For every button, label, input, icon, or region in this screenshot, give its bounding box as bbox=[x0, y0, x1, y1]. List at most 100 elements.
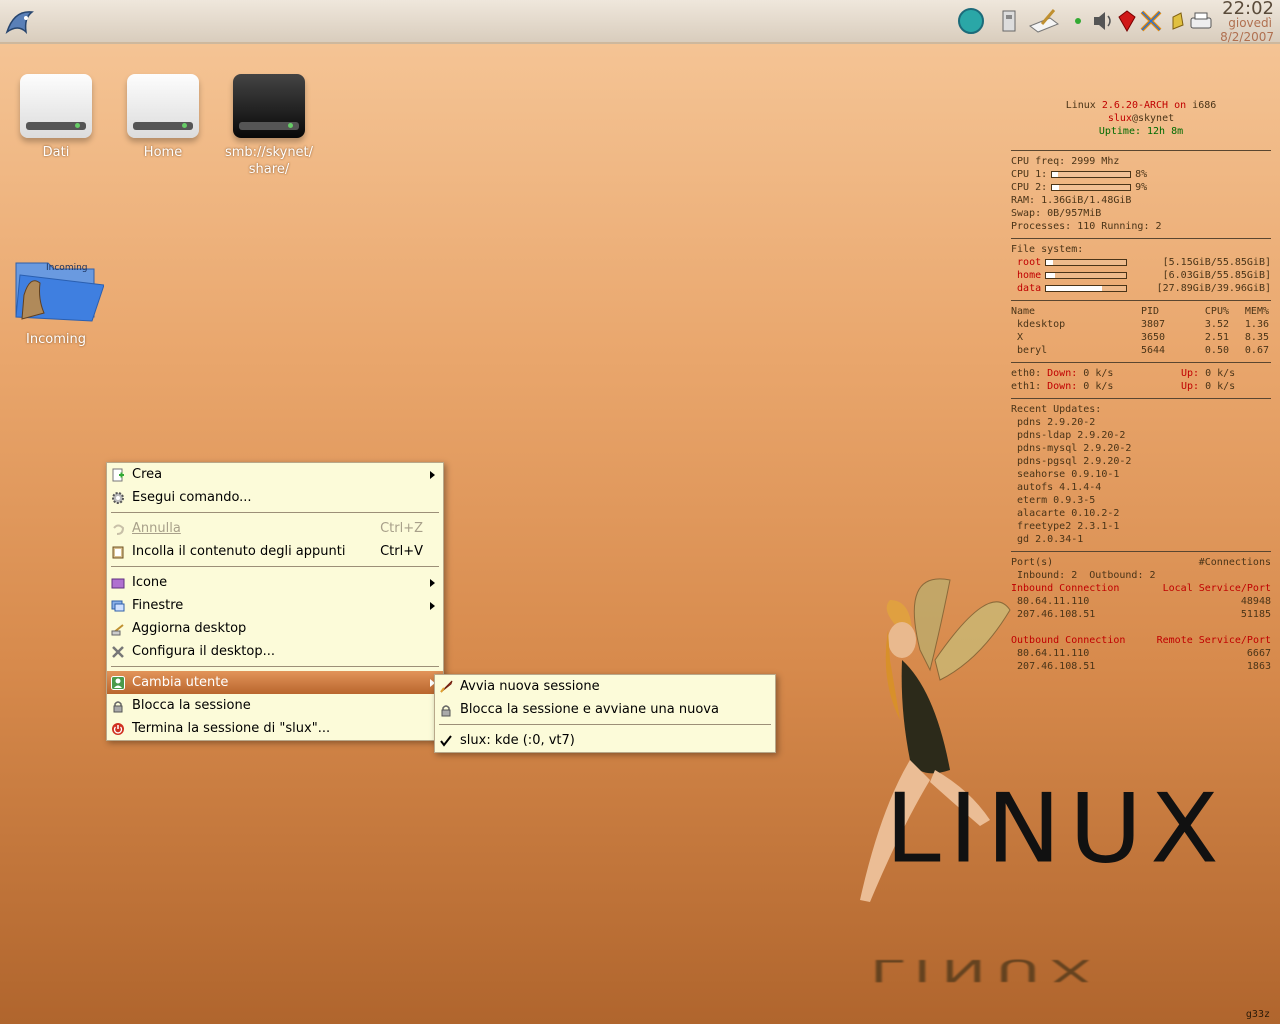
hard-drive-icon bbox=[20, 74, 92, 138]
conky-ports-header: Port(s) #Connections bbox=[1011, 557, 1271, 568]
switch-user-submenu: Avvia nuova sessione Blocca la sessione … bbox=[434, 674, 776, 753]
conky-fs-home: home [6.03GiB/55.85GiB] bbox=[1017, 270, 1271, 281]
folder-tag: Incoming bbox=[46, 263, 88, 273]
printer-icon[interactable] bbox=[1188, 8, 1214, 34]
update-item: alacarte 0.10.2-2 bbox=[1017, 508, 1120, 519]
desktop-icon-smb-share[interactable]: smb://skynet/ share/ bbox=[214, 74, 324, 178]
conky-fs-root: root [5.15GiB/55.85GiB] bbox=[1017, 257, 1271, 268]
update-item: autofs 4.1.4-4 bbox=[1017, 482, 1102, 493]
desktop-icon-incoming[interactable]: Incoming Incoming bbox=[1, 255, 111, 348]
conky-inbound-header: Inbound Connection Local Service/Port bbox=[1011, 583, 1271, 594]
conky-swap: Swap: 0B/957MiB bbox=[1011, 208, 1102, 219]
update-item: freetype2 2.3.1-1 bbox=[1017, 521, 1120, 532]
desktop-icon-home[interactable]: Home bbox=[108, 74, 218, 161]
configure-icon bbox=[111, 644, 125, 658]
process-header: Name PID CPU% MEM% bbox=[1011, 306, 1269, 317]
connection-row: 80.64.11.110 48948 bbox=[1017, 596, 1271, 607]
menu-item-blocca-avvia-nuova[interactable]: Blocca la sessione e avviane una nuova bbox=[435, 698, 775, 721]
wallpaper-linux-text: LINUX bbox=[885, 772, 1227, 885]
volume-icon[interactable] bbox=[1090, 8, 1116, 34]
conky-processes: Processes: 110 Running: 2 bbox=[1011, 221, 1162, 232]
update-item: eterm 0.9.3-5 bbox=[1017, 495, 1096, 506]
process-row: kdesktop 3807 3.52 1.36 bbox=[1017, 319, 1269, 330]
menu-item-aggiorna-desktop[interactable]: Aggiorna desktop bbox=[107, 617, 443, 640]
submenu-arrow-icon bbox=[430, 579, 435, 587]
conky-uptime: Uptime: 12h 8m bbox=[1098, 126, 1184, 137]
icons-icon bbox=[111, 575, 125, 589]
undo-icon bbox=[111, 521, 125, 535]
lock-icon bbox=[111, 698, 125, 713]
menu-item-avvia-nuova-sessione[interactable]: Avvia nuova sessione bbox=[435, 675, 775, 698]
connection-row: 207.46.108.51 1863 bbox=[1017, 661, 1271, 672]
conky-process-table: Name PID CPU% MEM% kdesktop 3807 3.52 1.36 X 36… bbox=[1011, 305, 1271, 357]
globe-icon[interactable] bbox=[958, 8, 984, 34]
conky-ram: RAM: 1.36GiB/1.48GiB bbox=[1011, 195, 1132, 206]
conky-net-eth1: eth1: Down: 0 k/s Up: 0 k/s bbox=[1011, 381, 1236, 392]
checkmark-icon bbox=[439, 733, 453, 747]
conky-inout: Inbound: 2 Outbound: 2 bbox=[1017, 570, 1156, 581]
green-dot-icon[interactable] bbox=[1072, 8, 1084, 34]
notes-icon[interactable] bbox=[1028, 8, 1060, 34]
conky-cpu1: CPU 1: 8% bbox=[1011, 169, 1148, 180]
menu-separator bbox=[439, 724, 771, 725]
update-item: pdns-ldap 2.9.20-2 bbox=[1017, 430, 1126, 441]
desktop-context-menu: Crea Esegui comando... Annulla Ctrl+Z Inc… bbox=[106, 462, 444, 741]
usb-stick-icon[interactable] bbox=[996, 8, 1022, 34]
submenu-arrow-icon bbox=[430, 471, 435, 479]
desktop-icon-label: Incoming bbox=[26, 332, 86, 347]
conky-cpu-freq: CPU freq: 2999 Mhz bbox=[1011, 156, 1120, 167]
menu-item-finestre[interactable]: Finestre bbox=[107, 594, 443, 617]
lock-icon bbox=[439, 702, 453, 717]
menu-item-session-slux[interactable]: slux: kde (:0, vt7) bbox=[435, 729, 775, 752]
submenu-arrow-icon bbox=[430, 602, 435, 610]
update-item: pdns-mysql 2.9.20-2 bbox=[1017, 443, 1132, 454]
menu-item-blocca-sessione[interactable]: Blocca la sessione bbox=[107, 694, 443, 717]
desktop-icon-label: smb://skynet/ share/ bbox=[224, 145, 314, 177]
update-item: pdns 2.9.20-2 bbox=[1017, 417, 1096, 428]
clipboard-icon bbox=[111, 544, 125, 559]
desktop-icon-dati[interactable]: Dati bbox=[1, 74, 111, 161]
conky-outbound-header: Outbound Connection Remote Service/Port bbox=[1011, 635, 1271, 646]
connection-row: 207.46.108.51 51185 bbox=[1017, 609, 1271, 620]
conky-updates-title: Recent Updates: bbox=[1011, 404, 1102, 415]
refresh-desktop-icon bbox=[111, 621, 125, 636]
cpu2-bar bbox=[1051, 183, 1132, 191]
switch-user-icon bbox=[111, 675, 125, 690]
folder-icon: Incoming bbox=[8, 255, 104, 325]
wallpaper-linux-reflection: LINUX bbox=[870, 952, 1102, 988]
update-item: gd 2.0.34-1 bbox=[1017, 534, 1084, 545]
menu-item-icone[interactable]: Icone bbox=[107, 571, 443, 594]
menu-item-esegui-comando[interactable]: Esegui comando... bbox=[107, 486, 443, 509]
rocket-icon bbox=[439, 679, 453, 693]
windows-icon bbox=[111, 598, 125, 612]
conky-user-line: slux@skynet bbox=[1107, 113, 1175, 124]
new-document-icon bbox=[111, 467, 125, 482]
desktop-icon-label: Dati bbox=[42, 145, 70, 160]
conky-fs-title: File system: bbox=[1011, 244, 1084, 255]
menu-item-incolla[interactable]: Incolla il contenuto degli appunti Ctrl+V bbox=[107, 540, 443, 563]
network-icon[interactable] bbox=[1138, 8, 1164, 34]
conky-fs-data: data [27.89GiB/39.96GiB] bbox=[1017, 283, 1271, 294]
menu-item-crea[interactable]: Crea bbox=[107, 463, 443, 486]
connection-row: 80.64.11.110 6667 bbox=[1017, 648, 1271, 659]
update-item: seahorse 0.9.10-1 bbox=[1017, 469, 1120, 480]
clock-day: giovedì bbox=[1228, 16, 1272, 30]
wallpaper-signature: g33z bbox=[1245, 1009, 1270, 1020]
conky-cpu2: CPU 2: 9% bbox=[1011, 182, 1148, 193]
conky-system-monitor: Linux 2.6.20-ARCH on i686 slux@skynet Up… bbox=[1011, 99, 1271, 673]
logout-icon bbox=[111, 721, 125, 735]
ruby-icon[interactable] bbox=[1114, 8, 1140, 34]
menu-item-configura-desktop[interactable]: Configura il desktop... bbox=[107, 640, 443, 663]
kde-menu-icon[interactable] bbox=[4, 6, 38, 38]
process-row: X 3650 2.51 8.35 bbox=[1017, 332, 1269, 343]
hard-drive-icon bbox=[127, 74, 199, 138]
conky-net-eth0: eth0: Down: 0 k/s Up: 0 k/s bbox=[1011, 368, 1236, 379]
menu-item-annulla[interactable]: Annulla Ctrl+Z bbox=[107, 517, 443, 540]
top-panel: 22:02 giovedì 8/2/2007 bbox=[0, 0, 1280, 44]
menu-item-cambia-utente[interactable]: Cambia utente bbox=[107, 671, 443, 694]
menu-separator bbox=[111, 666, 439, 667]
menu-separator bbox=[111, 512, 439, 513]
update-item: pdns-pgsql 2.9.20-2 bbox=[1017, 456, 1132, 467]
clock-date: 8/2/2007 bbox=[1220, 30, 1274, 44]
menu-item-termina-sessione[interactable]: Termina la sessione di "slux"... bbox=[107, 717, 443, 740]
